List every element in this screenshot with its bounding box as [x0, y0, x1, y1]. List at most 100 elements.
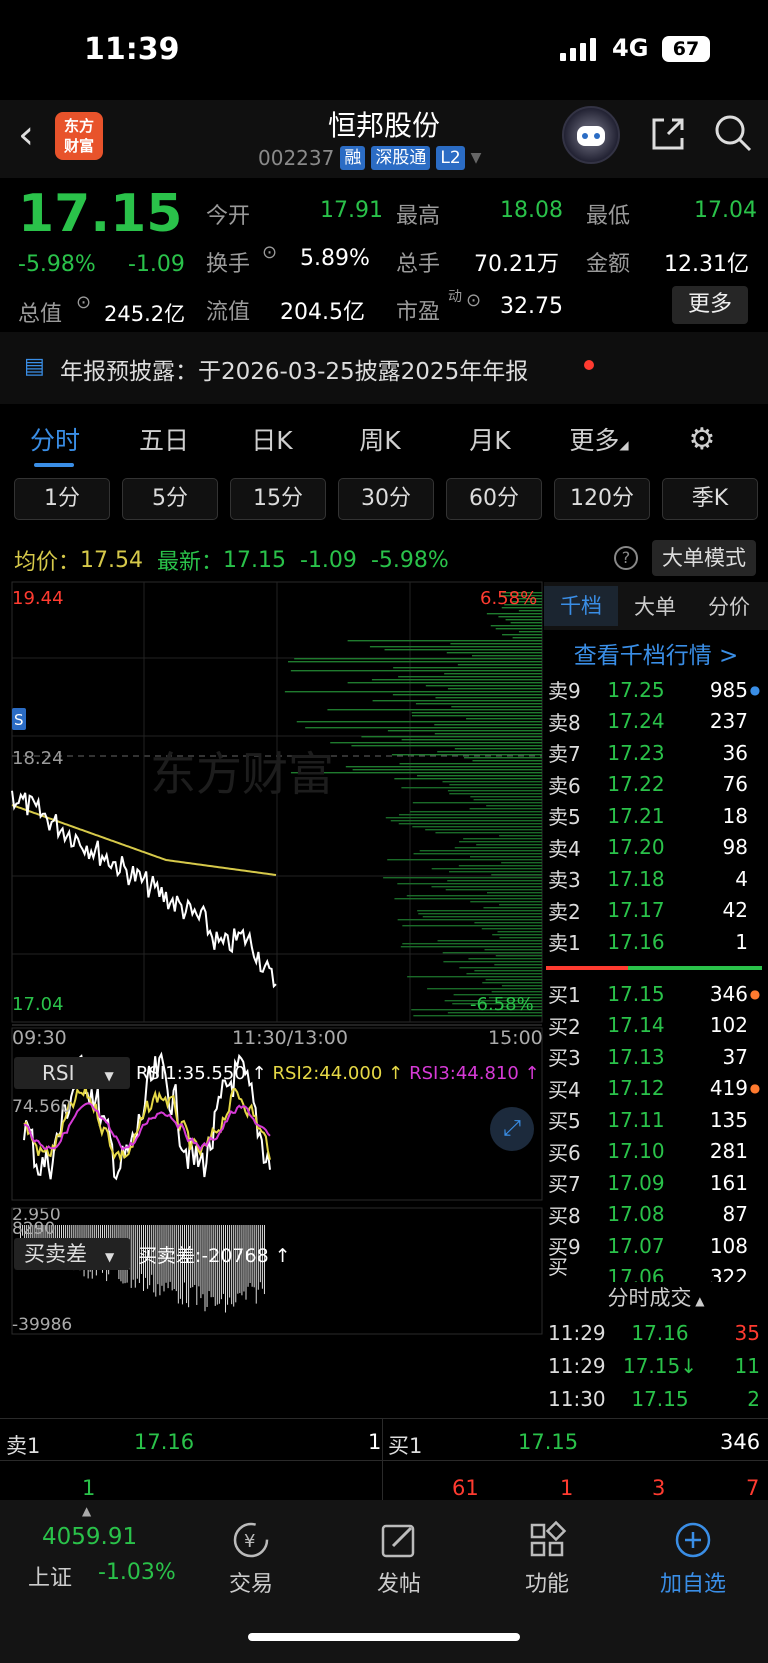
book-row[interactable]: 卖2 17.17 42: [544, 895, 768, 927]
book-row[interactable]: 卖7 17.23 36: [544, 737, 768, 769]
book-row[interactable]: 买4 17.12 419 ●: [544, 1073, 768, 1105]
y-top-label: 19.44: [12, 588, 64, 609]
tab-big-order[interactable]: 大单: [618, 591, 692, 621]
index-value[interactable]: 4059.91: [42, 1524, 137, 1550]
index-name[interactable]: 上证: [28, 1560, 72, 1592]
interval-5m[interactable]: 5分: [122, 478, 218, 520]
tab-price-dist[interactable]: 分价: [692, 591, 766, 621]
interval-30m[interactable]: 30分: [338, 478, 434, 520]
tab-week-k[interactable]: 周K: [326, 421, 434, 457]
book-row[interactable]: 买6 17.10 281: [544, 1136, 768, 1168]
search-icon[interactable]: [712, 112, 754, 163]
tab-trade[interactable]: ¥ 交易: [196, 1520, 306, 1598]
watermark: 东方财富: [150, 747, 334, 801]
rsi-selector[interactable]: RSI ▼: [14, 1057, 130, 1089]
book-price: 17.15: [607, 981, 665, 1006]
interval-60m[interactable]: 60分: [446, 478, 542, 520]
bottom-bid-vol: 346: [720, 1430, 761, 1454]
home-indicator[interactable]: [248, 1633, 520, 1641]
pe-sup: 动: [448, 289, 462, 305]
settings-gear-icon[interactable]: ⚙: [652, 422, 752, 457]
interval-1m[interactable]: 1分: [14, 478, 110, 520]
book-row[interactable]: 卖9 17.25 985 ●: [544, 674, 768, 706]
book-row[interactable]: 卖5 17.21 18: [544, 800, 768, 832]
tab-more[interactable]: 更多◢: [546, 421, 652, 457]
depth-bar: [457, 664, 542, 666]
tab-add-watchlist[interactable]: 加自选: [638, 1520, 748, 1598]
tab-day-k[interactable]: 日K: [218, 421, 326, 457]
book-price: 17.08: [607, 1202, 665, 1227]
depth-bar: [486, 805, 542, 807]
tab-fenshi[interactable]: 分时: [0, 421, 110, 467]
tab-post[interactable]: 发帖: [344, 1520, 454, 1598]
interval-season-k[interactable]: 季K: [662, 478, 758, 520]
book-row[interactable]: 买1 17.15 346 ●: [544, 978, 768, 1010]
intraday-chart[interactable]: 东方财富 S 19.44 18.24 17.04 6.58% -6.58% 09…: [0, 580, 544, 1340]
last-value: 17.15: [223, 547, 286, 573]
depth-bar: [394, 898, 542, 900]
depth-bar: [445, 889, 542, 891]
book-volume: 108: [709, 1233, 748, 1258]
depth-bar: [476, 844, 542, 846]
book-level: 买2: [548, 1014, 581, 1039]
info-icon[interactable]: ⊙: [262, 242, 277, 263]
depth-bar: [406, 895, 542, 897]
pct-top-label: 6.58%: [480, 588, 537, 609]
notice-bar[interactable]: ▤ 年报预披露：于2026-03-25披露2025年年报: [0, 332, 768, 404]
depth-bar: [463, 838, 542, 840]
book-row[interactable]: 买3 17.13 37: [544, 1041, 768, 1073]
book-row[interactable]: 买2 17.14 102: [544, 1010, 768, 1042]
depth-bar: [518, 631, 542, 633]
tab-5day[interactable]: 五日: [110, 421, 218, 457]
book-row[interactable]: 买5 17.11 135: [544, 1104, 768, 1136]
help-icon[interactable]: ?: [614, 546, 638, 570]
book-row[interactable]: 卖8 17.24 237: [544, 706, 768, 738]
tick-price: 17.15: [631, 1386, 689, 1411]
book-row[interactable]: 买7 17.09 161: [544, 1167, 768, 1199]
expand-icon[interactable]: ⤢: [490, 1107, 534, 1151]
stock-code-line[interactable]: 002237 融 深股通 L2 ▼: [258, 146, 481, 170]
depth-bar: [425, 829, 542, 831]
spread-value: 买卖差:-20768 ↑: [138, 1244, 291, 1267]
rsi2-value: RSI2:44.000 ↑: [272, 1062, 404, 1084]
depth-bar: [466, 973, 542, 975]
spread-selector[interactable]: 买卖差 ▼: [14, 1238, 130, 1270]
interval-120m[interactable]: 120分: [554, 478, 650, 520]
depth-bar: [437, 751, 542, 753]
more-button[interactable]: 更多: [672, 286, 748, 324]
big-order-mode-button[interactable]: 大单模式: [652, 540, 756, 576]
ticks-title[interactable]: 分时成交 ▲: [544, 1282, 768, 1312]
notice-text: 年报预披露：于2026-03-25披露2025年年报: [60, 359, 529, 385]
spread-header: 买卖差 ▼ 买卖差:-20768 ↑: [14, 1238, 291, 1270]
index-pct[interactable]: -1.03%: [98, 1560, 176, 1585]
depth-bar: [401, 739, 542, 741]
bottom-bid-label: 买1: [388, 1434, 423, 1458]
depth-bar: [502, 634, 542, 636]
open-value: 17.91: [320, 198, 383, 223]
depth-bar: [468, 958, 542, 960]
share-icon[interactable]: [648, 114, 688, 163]
book-dot-icon: ●: [749, 682, 761, 697]
info-icon[interactable]: ⊙: [76, 292, 91, 313]
book-row[interactable]: 卖6 17.22 76: [544, 769, 768, 801]
book-level: 买4: [548, 1077, 581, 1102]
depth-bar: [411, 712, 542, 714]
depth-bar: [459, 841, 542, 843]
view-qiandang-link[interactable]: 查看千档行情 >: [544, 636, 768, 670]
pe-label: 市盈: [396, 300, 441, 325]
change-abs: -1.09: [128, 252, 185, 277]
book-row[interactable]: 卖3 17.18 4: [544, 863, 768, 895]
info-icon[interactable]: ⊙: [466, 290, 481, 311]
interval-15m[interactable]: 15分: [230, 478, 326, 520]
tab-functions[interactable]: 功能: [492, 1520, 602, 1598]
tab-qiandang[interactable]: 千档: [544, 586, 618, 626]
book-row[interactable]: 卖1 17.16 1: [544, 926, 768, 958]
depth-bar: [491, 991, 542, 993]
assistant-robot-icon[interactable]: [562, 106, 620, 164]
book-price: 17.18: [607, 866, 665, 891]
book-level: 卖8: [548, 710, 581, 735]
tab-month-k[interactable]: 月K: [434, 421, 546, 457]
book-row[interactable]: 买10 17.06 322: [544, 1255, 768, 1282]
book-row[interactable]: 买8 17.08 87: [544, 1199, 768, 1231]
book-row[interactable]: 卖4 17.20 98: [544, 832, 768, 864]
